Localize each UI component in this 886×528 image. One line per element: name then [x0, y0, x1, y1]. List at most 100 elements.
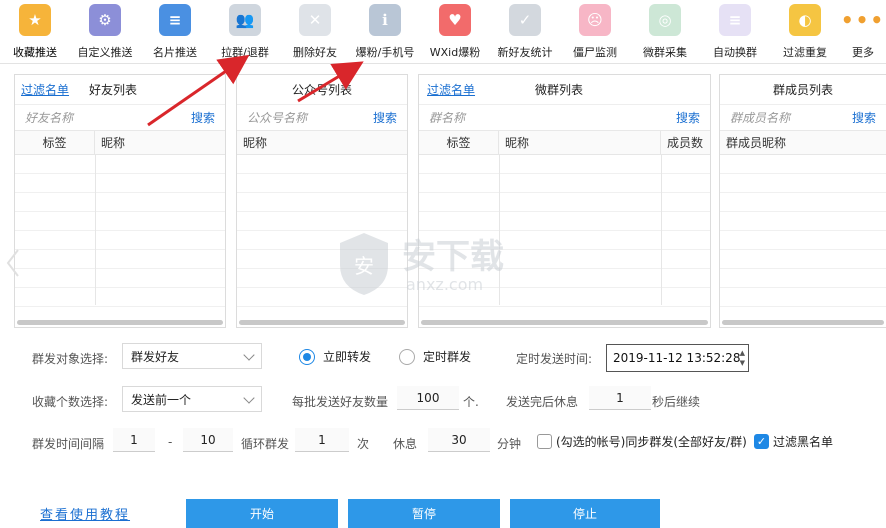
toolbar-item-11[interactable]: ◐ 过滤重复: [770, 0, 840, 64]
toolbar-item-2-icon: ≡: [159, 4, 191, 36]
official-list-title: 公众号列表: [291, 83, 352, 97]
table-row[interactable]: [237, 288, 407, 307]
table-row[interactable]: [15, 288, 225, 307]
table-row[interactable]: [15, 212, 225, 231]
table-row[interactable]: [15, 250, 225, 269]
table-row[interactable]: [15, 193, 225, 212]
table-row[interactable]: [237, 231, 407, 250]
group-search-input[interactable]: [429, 110, 549, 125]
table-row[interactable]: [720, 250, 886, 269]
table-row[interactable]: [419, 155, 710, 174]
batch-input[interactable]: 100: [397, 386, 459, 410]
toolbar-item-5[interactable]: ℹ 爆粉/手机号: [350, 0, 420, 64]
table-row[interactable]: [237, 174, 407, 193]
toolbar-item-4[interactable]: ✕ 删除好友: [280, 0, 350, 64]
sync-checkbox[interactable]: (勾选的帐号)同步群发(全部好友/群): [537, 433, 747, 450]
friend-col-nickname[interactable]: 昵称: [95, 131, 225, 154]
official-col-nickname[interactable]: 昵称: [237, 131, 407, 154]
toolbar-item-7[interactable]: ✓ 新好友统计: [490, 0, 560, 64]
table-row[interactable]: [237, 212, 407, 231]
toolbar-item-8[interactable]: ☹ 僵尸监测: [560, 0, 630, 64]
table-row[interactable]: [419, 250, 710, 269]
toolbar-item-0[interactable]: ★ 收藏推送: [0, 0, 70, 64]
group-filter-link[interactable]: 过滤名单: [427, 81, 475, 98]
table-row[interactable]: [720, 212, 886, 231]
toolbar-item-1[interactable]: ⚙ 自定义推送: [70, 0, 140, 64]
group-col-tag[interactable]: 标签: [419, 131, 499, 154]
table-row[interactable]: [15, 174, 225, 193]
collect-select[interactable]: 发送前一个: [122, 386, 262, 412]
table-row[interactable]: [15, 155, 225, 174]
blacklist-checkbox[interactable]: ✓ 过滤黑名单: [754, 433, 833, 450]
toolbar-item-10[interactable]: ≡ 自动换群: [700, 0, 770, 64]
friend-col-tag[interactable]: 标签: [15, 131, 95, 154]
table-row[interactable]: [419, 174, 710, 193]
group-col-nickname[interactable]: 昵称: [499, 131, 661, 154]
friend-search-button[interactable]: 搜索: [191, 109, 215, 126]
table-row[interactable]: [15, 269, 225, 288]
table-row[interactable]: [237, 155, 407, 174]
toolbar-item-3-icon: 👥: [229, 4, 261, 36]
member-search-input[interactable]: [730, 110, 830, 125]
toolbar-item-6[interactable]: ♥ WXid爆粉: [420, 0, 490, 64]
member-scrollbar[interactable]: [722, 320, 884, 325]
official-scrollbar[interactable]: [239, 320, 405, 325]
toolbar-item-label: 拉群/退群: [221, 46, 269, 59]
chevron-down-icon: [243, 392, 255, 404]
friend-grid[interactable]: [15, 155, 225, 307]
toolbar-item-label: 收藏推送: [13, 46, 57, 59]
member-search-button[interactable]: 搜索: [852, 109, 876, 126]
table-row[interactable]: [720, 288, 886, 307]
table-row[interactable]: [419, 231, 710, 250]
friend-filter-link[interactable]: 过滤名单: [21, 81, 69, 98]
loop-input[interactable]: 1: [295, 428, 349, 452]
spinner-icon[interactable]: ▲ ▼: [740, 348, 745, 368]
table-row[interactable]: [419, 288, 710, 307]
member-col-nickname[interactable]: 群成员昵称: [720, 131, 886, 154]
toolbar-item-3[interactable]: 👥 拉群/退群: [210, 0, 280, 64]
radio-send-timed[interactable]: 定时群发: [399, 348, 471, 365]
table-row[interactable]: [720, 231, 886, 250]
member-grid[interactable]: [720, 155, 886, 307]
table-row[interactable]: [720, 155, 886, 174]
toolbar-item-9[interactable]: ◎ 微群采集: [630, 0, 700, 64]
interval-from-input[interactable]: 1: [113, 428, 155, 452]
table-row[interactable]: [237, 193, 407, 212]
official-grid[interactable]: [237, 155, 407, 307]
interval-to-input[interactable]: 10: [183, 428, 233, 452]
toolbar-item-2[interactable]: ≡ 名片推送: [140, 0, 210, 64]
group-grid[interactable]: [419, 155, 710, 307]
group-scrollbar[interactable]: [421, 320, 708, 325]
prev-page-chevron-icon[interactable]: [6, 248, 20, 278]
toolbar-item-10-icon: ≡: [719, 4, 751, 36]
table-row[interactable]: [720, 269, 886, 288]
pause-button[interactable]: 暂停: [348, 499, 500, 528]
table-row[interactable]: [720, 174, 886, 193]
pause-input[interactable]: 30: [428, 428, 490, 452]
radio-send-now[interactable]: 立即转发: [299, 348, 371, 365]
official-search-button[interactable]: 搜索: [373, 109, 397, 126]
friend-list-title: 好友列表: [89, 83, 138, 97]
table-row[interactable]: [15, 231, 225, 250]
rest-input[interactable]: 1: [589, 386, 651, 410]
toolbar-more[interactable]: ••• 更多: [840, 0, 886, 64]
tutorial-link[interactable]: 查看使用教程: [40, 504, 130, 523]
collect-label: 收藏个数选择:: [32, 395, 109, 409]
friend-search-input[interactable]: [25, 110, 145, 125]
table-row[interactable]: [419, 269, 710, 288]
toolbar-item-4-icon: ✕: [299, 4, 331, 36]
stop-button[interactable]: 停止: [510, 499, 660, 528]
table-row[interactable]: [237, 269, 407, 288]
table-row[interactable]: [419, 212, 710, 231]
table-row[interactable]: [720, 193, 886, 212]
table-row[interactable]: [419, 193, 710, 212]
target-select[interactable]: 群发好友: [122, 343, 262, 369]
send-time-picker[interactable]: 2019-11-12 13:52:28 ▲ ▼: [606, 344, 749, 372]
official-search-row: 搜索: [237, 105, 407, 131]
official-search-input[interactable]: [247, 110, 367, 125]
start-button[interactable]: 开始: [186, 499, 338, 528]
friend-scrollbar[interactable]: [17, 320, 223, 325]
table-row[interactable]: [237, 250, 407, 269]
group-search-button[interactable]: 搜索: [676, 109, 700, 126]
group-col-members[interactable]: 成员数: [661, 131, 710, 154]
